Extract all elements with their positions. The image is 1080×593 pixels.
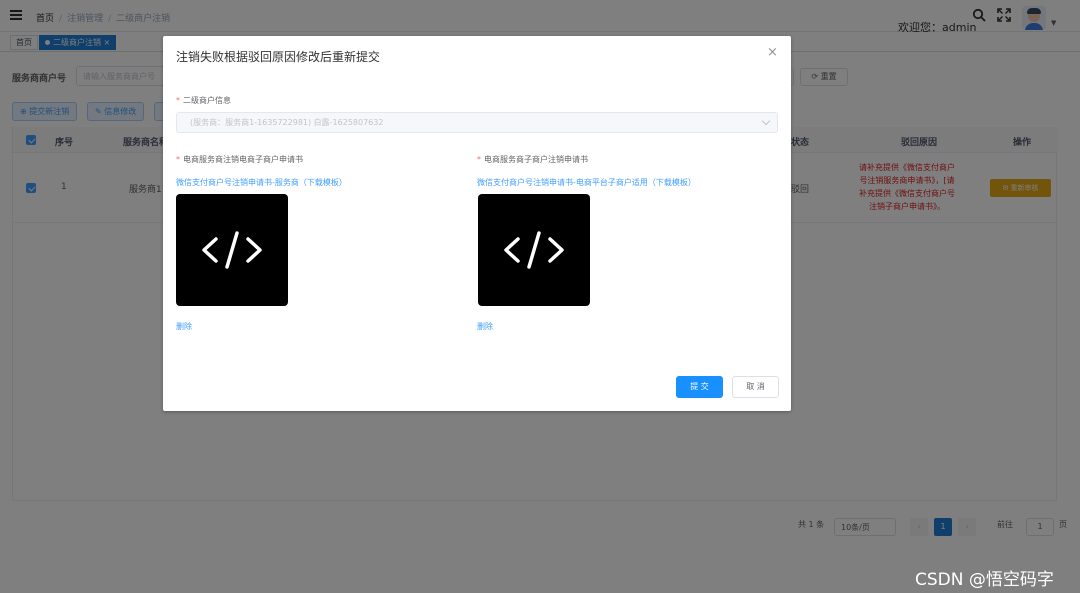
right-file-thumbnail[interactable] — [478, 194, 590, 306]
right-delete-link[interactable]: 删除 — [477, 321, 493, 332]
code-icon — [504, 231, 564, 269]
left-upload-label: * 电商服务商注销电商子商户申请书 — [176, 155, 303, 164]
left-delete-link[interactable]: 删除 — [176, 321, 192, 332]
chevron-down-icon — [761, 116, 771, 126]
merchant-select: (服务商：服务商1-1635722981) 白露-1625807632 — [176, 112, 778, 133]
right-template-download-link[interactable]: 微信支付商户号注销申请书-电商平台子商户适用（下载模板） — [477, 177, 696, 188]
code-icon — [202, 231, 262, 269]
required-asterisk: * — [477, 155, 481, 164]
close-icon[interactable]: × — [767, 46, 778, 60]
resubmit-dialog: 注销失败根据驳回原因修改后重新提交 × * 二级商户信息 (服务商：服务商1-16… — [163, 36, 791, 411]
left-template-download-link[interactable]: 微信支付商户号注销申请书-服务商（下载模板） — [176, 177, 347, 188]
required-asterisk: * — [176, 155, 180, 164]
merchant-info-label: * 二级商户信息 — [176, 96, 231, 105]
right-upload-label: * 电商服务商子商户注销申请书 — [477, 155, 588, 164]
cancel-button[interactable]: 取 消 — [732, 376, 779, 398]
submit-button[interactable]: 提 交 — [676, 376, 723, 398]
dialog-title: 注销失败根据驳回原因修改后重新提交 — [176, 50, 381, 64]
left-file-thumbnail[interactable] — [176, 194, 288, 306]
watermark-text: CSDN @悟空码字 — [915, 570, 1054, 590]
required-asterisk: * — [176, 96, 180, 105]
